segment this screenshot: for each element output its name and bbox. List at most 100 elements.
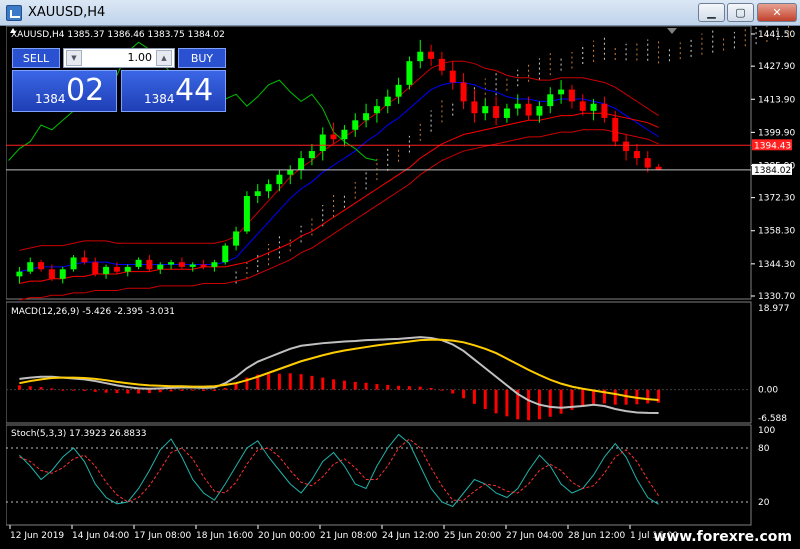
macd-bar bbox=[169, 389, 173, 392]
macd-bar bbox=[375, 384, 379, 390]
time-tick-label: 21 Jun 08:00 bbox=[320, 531, 377, 541]
macd-bar bbox=[440, 389, 444, 391]
candle-body bbox=[633, 151, 640, 159]
candle-body bbox=[103, 266, 110, 275]
candle-body bbox=[16, 271, 23, 277]
macd-bar bbox=[147, 389, 151, 394]
candle-body bbox=[406, 61, 413, 85]
title-bar: XAUUSD,H4 ▁ ▢ ✕ bbox=[0, 0, 800, 26]
stochastic-pane[interactable]: Stoch(5,3,3) 17.3923 26.8833 bbox=[6, 424, 752, 526]
macd-bar bbox=[592, 389, 596, 404]
macd-bar bbox=[429, 387, 433, 390]
buy-button[interactable]: BUY bbox=[178, 48, 226, 68]
time-tick-label: 24 Jun 12:00 bbox=[382, 531, 439, 541]
price-tick-label: 1330.70 bbox=[758, 292, 795, 302]
time-tick-label: 28 Jun 12:00 bbox=[568, 531, 625, 541]
lot-size-value[interactable]: 1.00 bbox=[94, 51, 153, 64]
maximize-button[interactable]: ▢ bbox=[727, 3, 754, 22]
macd-bar bbox=[613, 389, 617, 405]
macd-bar bbox=[115, 389, 119, 394]
macd-bar bbox=[137, 389, 141, 394]
candle-body bbox=[211, 262, 218, 267]
sell-price-prefix: 1384 bbox=[35, 92, 66, 106]
candle-body bbox=[287, 169, 294, 175]
candle-body bbox=[308, 151, 315, 159]
candle-body bbox=[471, 101, 478, 114]
candle-body bbox=[482, 106, 489, 114]
macd-bar bbox=[332, 379, 336, 390]
macd-bar bbox=[93, 389, 97, 392]
macd-bar bbox=[212, 389, 216, 391]
macd-bar bbox=[559, 389, 563, 414]
stochastic-header: Stoch(5,3,3) 17.3923 26.8833 bbox=[11, 429, 146, 439]
macd-bar bbox=[310, 375, 314, 390]
lot-size-field[interactable]: ▼ 1.00 ▲ bbox=[63, 48, 175, 68]
candle-body bbox=[81, 257, 88, 263]
candle-body bbox=[124, 266, 131, 272]
candle-body bbox=[395, 84, 402, 97]
candle-body bbox=[189, 264, 196, 267]
macd-bar bbox=[39, 387, 43, 390]
time-axis: 12 Jun 2019 14 Jun 04:00 17 Jun 08:00 18 Ju… bbox=[9, 525, 679, 541]
candle-body bbox=[601, 103, 608, 118]
candle-body bbox=[612, 117, 619, 142]
macd-bar bbox=[267, 374, 271, 390]
macd-bar bbox=[505, 389, 509, 417]
macd-bar bbox=[72, 389, 76, 391]
candle-body bbox=[536, 106, 543, 116]
time-tick-label: 27 Jun 04:00 bbox=[506, 531, 563, 541]
close-button[interactable]: ✕ bbox=[757, 3, 797, 22]
macd-bar bbox=[202, 389, 206, 391]
buy-price-button[interactable]: 1384 44 bbox=[121, 70, 226, 112]
time-tick-label: 25 Jun 20:00 bbox=[444, 531, 501, 541]
time-tick-label: 12 Jun 2019 bbox=[10, 531, 64, 541]
candle-body bbox=[276, 174, 283, 185]
macd-bar bbox=[299, 374, 303, 390]
candle-body bbox=[590, 103, 597, 111]
candle-body bbox=[157, 264, 164, 270]
candle-body bbox=[503, 108, 510, 118]
candle-body bbox=[417, 51, 424, 62]
macd-bar bbox=[223, 387, 227, 390]
candle-body bbox=[70, 257, 77, 270]
candle-body bbox=[363, 113, 370, 121]
time-tick-label: 14 Jun 04:00 bbox=[72, 531, 129, 541]
candle-body bbox=[493, 106, 500, 118]
time-tick-label: 20 Jun 00:00 bbox=[258, 531, 315, 541]
macd-bar bbox=[581, 389, 585, 407]
candle-body bbox=[330, 134, 337, 140]
macd-pane-border bbox=[6, 301, 752, 424]
buy-price-pips: 44 bbox=[175, 73, 214, 108]
macd-bar bbox=[321, 377, 325, 390]
stochastic-axis: 100 80 20 bbox=[758, 426, 775, 508]
candle-body bbox=[298, 158, 305, 170]
macd-tick-label: -6.588 bbox=[758, 414, 787, 424]
minimize-button[interactable]: ▁ bbox=[698, 3, 725, 22]
candle-body bbox=[27, 262, 34, 272]
macd-bar bbox=[17, 385, 21, 390]
macd-bar bbox=[353, 381, 357, 390]
sell-price-button[interactable]: 1384 02 bbox=[12, 70, 117, 112]
candle-body bbox=[59, 269, 66, 279]
level-price-label: 1394.43 bbox=[754, 141, 791, 151]
candle-body bbox=[38, 262, 45, 270]
chart-area[interactable]: XAUUSD,H4 1385.37 1386.46 1383.75 1384.0… bbox=[6, 26, 800, 549]
macd-pane[interactable]: MACD(12,26,9) -5.426 -2.395 -3.031 bbox=[6, 301, 752, 424]
candle-body bbox=[438, 58, 445, 71]
time-tick-label: 18 Jun 16:00 bbox=[196, 531, 253, 541]
candle-body bbox=[243, 195, 250, 232]
lot-decrease-icon[interactable]: ▼ bbox=[66, 50, 82, 66]
macd-tick-label: 0.00 bbox=[758, 386, 778, 396]
macd-tick-label: 18.977 bbox=[758, 304, 790, 314]
candle-body bbox=[92, 262, 99, 275]
lot-increase-icon[interactable]: ▲ bbox=[156, 50, 172, 66]
macd-bar bbox=[451, 389, 455, 394]
price-tick-label: 1427.90 bbox=[758, 62, 795, 72]
sell-button[interactable]: SELL bbox=[12, 48, 60, 68]
candle-body bbox=[373, 106, 380, 114]
candle-body bbox=[319, 134, 326, 152]
candle-body bbox=[428, 51, 435, 59]
stochastic-pane-border bbox=[6, 424, 752, 526]
macd-bar bbox=[548, 389, 552, 417]
macd-bar bbox=[191, 389, 195, 391]
